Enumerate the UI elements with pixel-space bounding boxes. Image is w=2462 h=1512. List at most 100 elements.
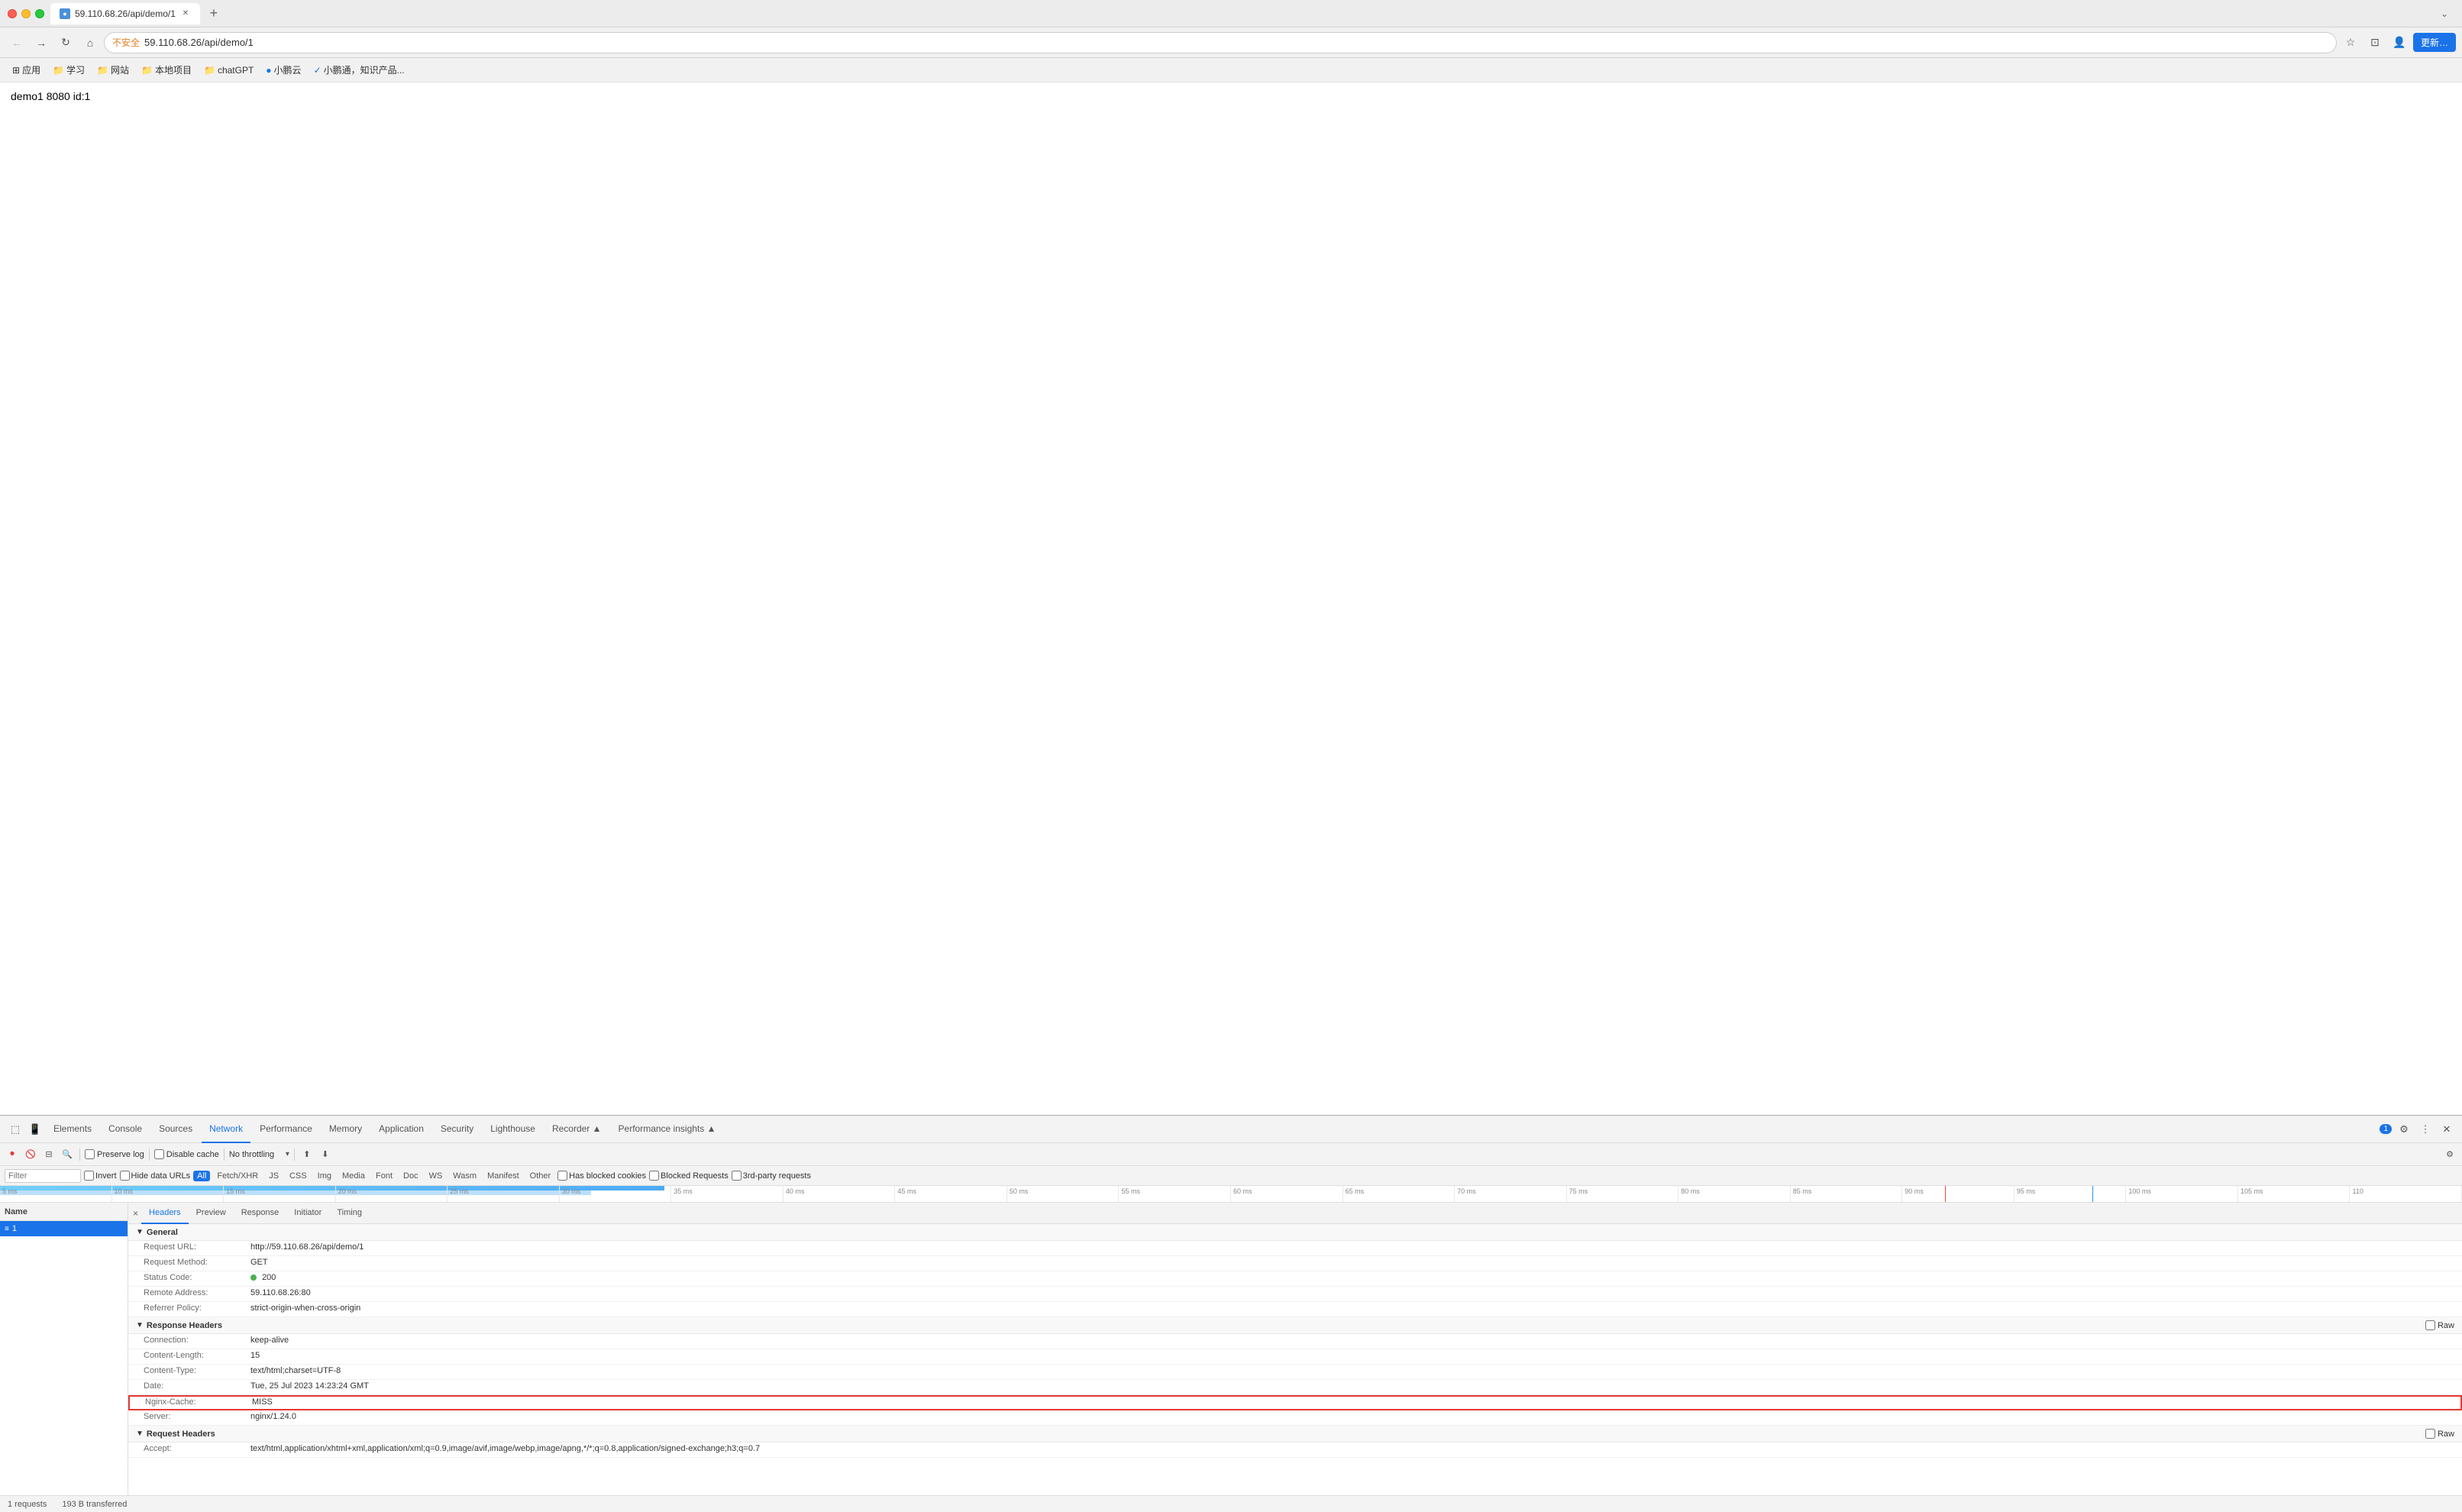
file-list-item[interactable]: ≡ 1 bbox=[0, 1221, 128, 1236]
bookmark-website[interactable]: 📁 网站 bbox=[92, 62, 134, 78]
filter-type-img[interactable]: Img bbox=[314, 1171, 335, 1181]
devtools-close-button[interactable]: ✕ bbox=[2438, 1120, 2456, 1139]
remote-address-label: Remote Address: bbox=[144, 1288, 250, 1297]
referrer-policy-row: Referrer Policy: strict-origin-when-cros… bbox=[128, 1302, 2462, 1317]
close-window-button[interactable] bbox=[8, 9, 17, 18]
reload-button[interactable]: ↻ bbox=[55, 32, 76, 53]
tab-performance-insights[interactable]: Performance insights ▲ bbox=[611, 1116, 724, 1143]
tick-95ms: 95 ms bbox=[2015, 1186, 2127, 1202]
response-section-header[interactable]: ▼ Response Headers Raw bbox=[128, 1317, 2462, 1334]
third-party-checkbox[interactable] bbox=[732, 1171, 742, 1181]
connection-label: Connection: bbox=[144, 1336, 250, 1345]
throttle-select[interactable]: No throttling bbox=[229, 1150, 284, 1159]
details-close-button[interactable]: × bbox=[133, 1208, 138, 1219]
back-button[interactable]: ← bbox=[6, 32, 27, 53]
profile-button[interactable]: 👤 bbox=[2389, 32, 2410, 53]
third-party-label[interactable]: 3rd-party requests bbox=[732, 1171, 811, 1181]
bookmark-apps[interactable]: ⊞ 应用 bbox=[8, 62, 45, 78]
response-raw-checkbox[interactable] bbox=[2425, 1320, 2435, 1330]
devtools-settings-button[interactable]: ⚙ bbox=[2395, 1120, 2413, 1139]
remote-address-row: Remote Address: 59.110.68.26:80 bbox=[128, 1287, 2462, 1302]
home-button[interactable]: ⌂ bbox=[79, 32, 101, 53]
details-tab-initiator[interactable]: Initiator bbox=[286, 1203, 329, 1224]
disable-cache-text: Disable cache bbox=[166, 1150, 219, 1159]
disable-cache-checkbox[interactable] bbox=[154, 1149, 164, 1159]
filter-type-css[interactable]: CSS bbox=[286, 1171, 311, 1181]
search-network-button[interactable]: 🔍 bbox=[60, 1147, 75, 1162]
close-tab-button[interactable]: ✕ bbox=[180, 8, 191, 19]
export-har-button[interactable]: ⬇ bbox=[318, 1147, 333, 1162]
disable-cache-label[interactable]: Disable cache bbox=[154, 1149, 219, 1159]
cast-button[interactable]: ⊡ bbox=[2364, 32, 2386, 53]
tab-network[interactable]: Network bbox=[202, 1116, 250, 1143]
tab-lighthouse[interactable]: Lighthouse bbox=[483, 1116, 543, 1143]
tab-memory[interactable]: Memory bbox=[321, 1116, 370, 1143]
tab-performance[interactable]: Performance bbox=[252, 1116, 320, 1143]
devtools-toolbar: ⬚ 📱 Elements Console Sources Network Per… bbox=[0, 1116, 2462, 1143]
minimize-window-button[interactable] bbox=[21, 9, 31, 18]
forward-button[interactable]: → bbox=[31, 32, 52, 53]
accept-row: Accept: text/html,application/xhtml+xml,… bbox=[128, 1443, 2462, 1458]
filter-type-wasm[interactable]: Wasm bbox=[449, 1171, 480, 1181]
filter-type-all[interactable]: All bbox=[193, 1171, 210, 1181]
hide-data-urls-checkbox[interactable] bbox=[120, 1171, 130, 1181]
new-tab-button[interactable]: + bbox=[203, 3, 225, 24]
filter-type-font[interactable]: Font bbox=[372, 1171, 396, 1181]
address-bar[interactable]: 不安全 59.110.68.26/api/demo/1 bbox=[104, 32, 2337, 53]
maximize-window-button[interactable] bbox=[35, 9, 44, 18]
tab-security[interactable]: Security bbox=[433, 1116, 481, 1143]
response-raw-label[interactable]: Raw bbox=[2425, 1320, 2454, 1330]
details-tab-headers[interactable]: Headers bbox=[141, 1203, 189, 1224]
tab-sources[interactable]: Sources bbox=[151, 1116, 200, 1143]
bookmark-xiaopeng-tong[interactable]: ✓ 小鹏通，知识产品... bbox=[309, 62, 409, 78]
filter-type-manifest[interactable]: Manifest bbox=[483, 1171, 523, 1181]
filter-type-other[interactable]: Other bbox=[526, 1171, 555, 1181]
invert-checkbox[interactable] bbox=[84, 1171, 94, 1181]
devtools-device-button[interactable]: 📱 bbox=[26, 1120, 44, 1139]
filter-input[interactable] bbox=[5, 1169, 81, 1183]
clear-button[interactable]: 🚫 bbox=[23, 1147, 38, 1162]
bookmark-chatgpt[interactable]: 📁 chatGPT bbox=[199, 63, 258, 77]
import-har-button[interactable]: ⬆ bbox=[299, 1147, 315, 1162]
tab-recorder[interactable]: Recorder ▲ bbox=[544, 1116, 609, 1143]
details-tab-response[interactable]: Response bbox=[234, 1203, 287, 1224]
headers-content: ▼ General Request URL: http://59.110.68.… bbox=[128, 1224, 2462, 1495]
hide-data-urls-label[interactable]: Hide data URLs bbox=[120, 1171, 191, 1181]
bookmark-button[interactable]: ☆ bbox=[2340, 32, 2361, 53]
network-toolbar: ⏺ 🚫 ⊟ 🔍 Preserve log Disable cache No bbox=[0, 1143, 2462, 1166]
settings-network-button[interactable]: ⚙ bbox=[2442, 1147, 2457, 1162]
tab-console[interactable]: Console bbox=[101, 1116, 150, 1143]
tab-application[interactable]: Application bbox=[371, 1116, 431, 1143]
filter-type-media[interactable]: Media bbox=[338, 1171, 369, 1181]
details-tab-preview[interactable]: Preview bbox=[189, 1203, 234, 1224]
details-tab-timing[interactable]: Timing bbox=[329, 1203, 370, 1224]
filter-type-fetch[interactable]: Fetch/XHR bbox=[213, 1171, 262, 1181]
window-options-button[interactable]: ⌄ bbox=[2435, 8, 2454, 19]
has-blocked-cookies-label[interactable]: Has blocked cookies bbox=[557, 1171, 646, 1181]
devtools-more-button[interactable]: ⋮ bbox=[2416, 1120, 2435, 1139]
browser-tab[interactable]: ● 59.110.68.26/api/demo/1 ✕ bbox=[50, 3, 200, 24]
invert-label[interactable]: Invert bbox=[84, 1171, 117, 1181]
bookmark-xiaopeng-cloud[interactable]: ● 小鹏云 bbox=[261, 62, 305, 78]
filter-type-doc[interactable]: Doc bbox=[399, 1171, 422, 1181]
has-blocked-cookies-checkbox[interactable] bbox=[557, 1171, 567, 1181]
blocked-requests-label[interactable]: Blocked Requests bbox=[649, 1171, 729, 1181]
status-dot bbox=[250, 1275, 257, 1281]
filter-type-ws[interactable]: WS bbox=[425, 1171, 447, 1181]
request-raw-checkbox[interactable] bbox=[2425, 1429, 2435, 1439]
security-warning: 不安全 bbox=[112, 36, 140, 49]
devtools-inspect-button[interactable]: ⬚ bbox=[6, 1120, 24, 1139]
update-button[interactable]: 更新… bbox=[2413, 33, 2456, 52]
record-button[interactable]: ⏺ bbox=[5, 1147, 20, 1162]
preserve-log-checkbox[interactable] bbox=[85, 1149, 95, 1159]
bookmark-local-projects[interactable]: 📁 本地项目 bbox=[137, 62, 196, 78]
filter-type-js[interactable]: JS bbox=[265, 1171, 283, 1181]
preserve-log-label[interactable]: Preserve log bbox=[85, 1149, 144, 1159]
request-raw-label[interactable]: Raw bbox=[2425, 1429, 2454, 1439]
tab-elements[interactable]: Elements bbox=[46, 1116, 99, 1143]
general-section-header[interactable]: ▼ General bbox=[128, 1224, 2462, 1241]
bookmark-study[interactable]: 📁 学习 bbox=[48, 62, 89, 78]
filter-button[interactable]: ⊟ bbox=[41, 1147, 57, 1162]
blocked-requests-checkbox[interactable] bbox=[649, 1171, 659, 1181]
request-section-header[interactable]: ▼ Request Headers Raw bbox=[128, 1426, 2462, 1443]
